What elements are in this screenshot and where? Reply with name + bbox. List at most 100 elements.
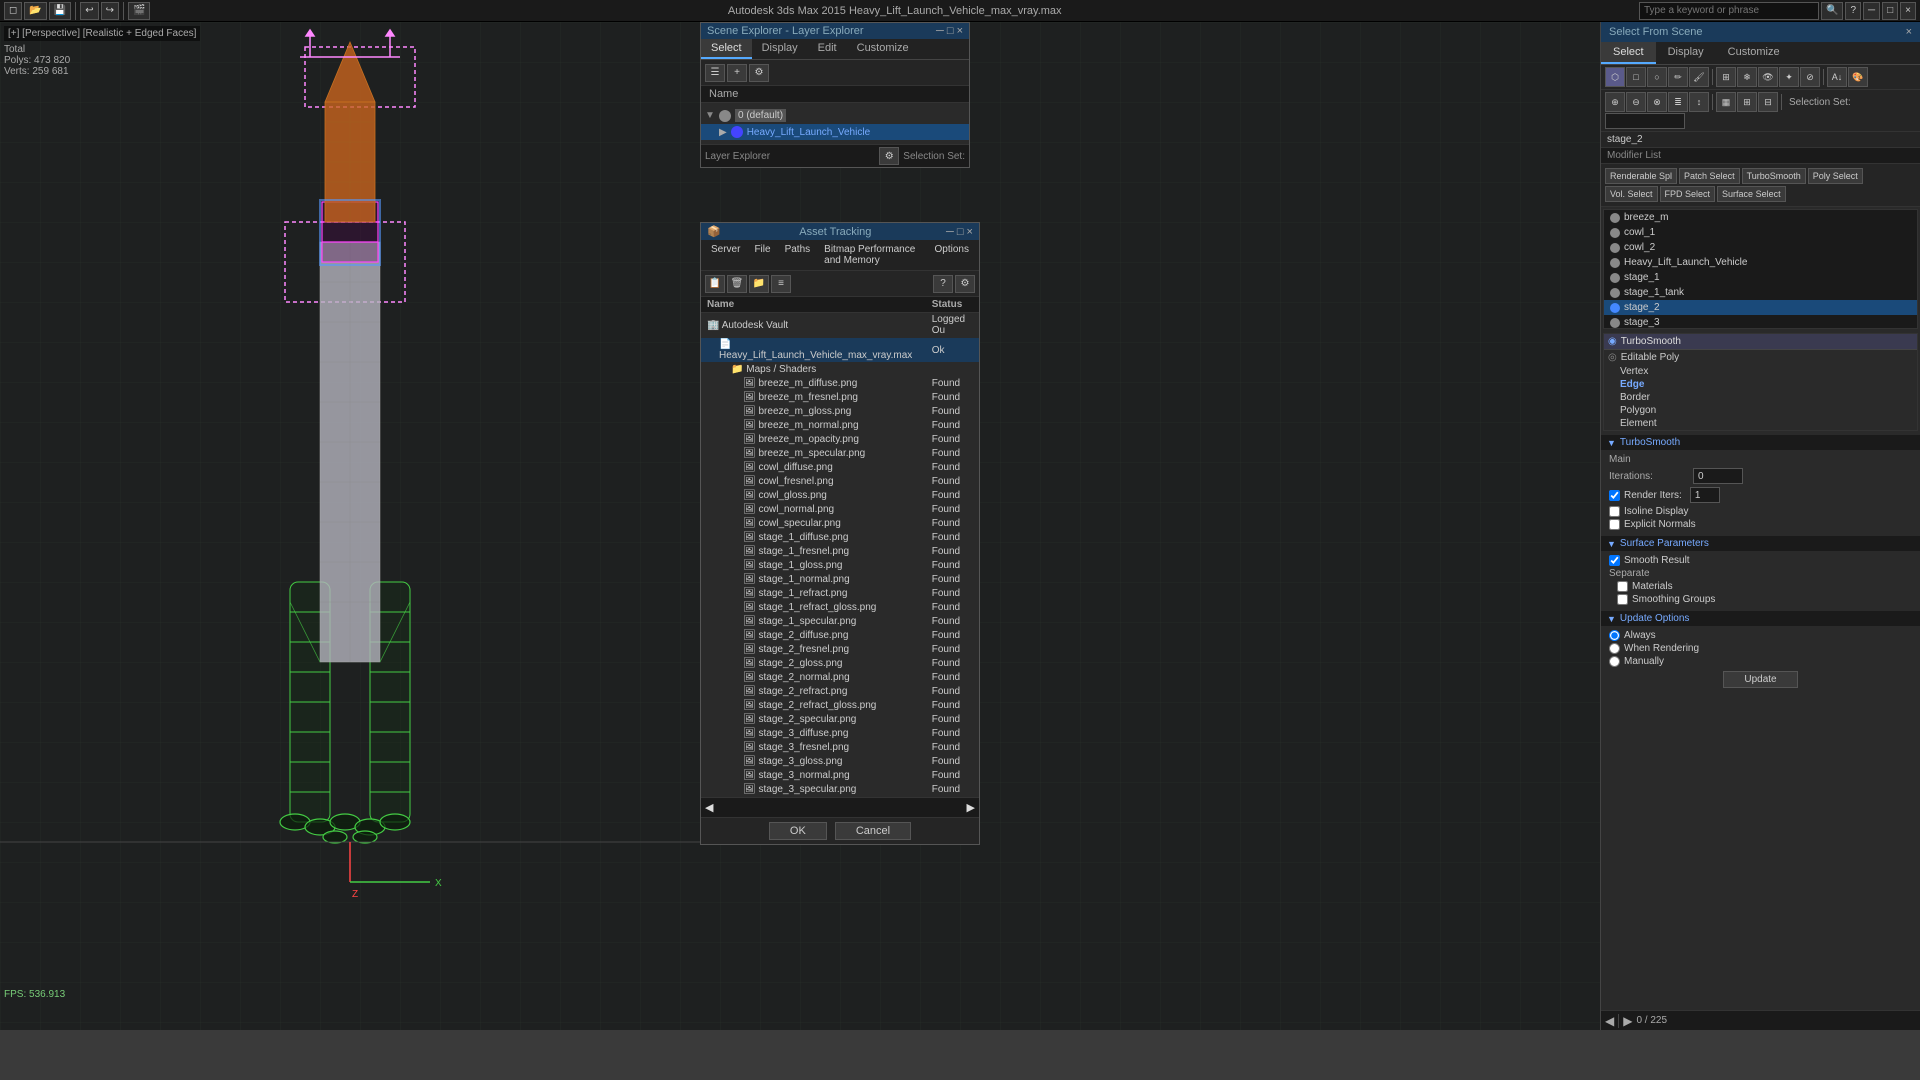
select-rect-btn[interactable]: □ xyxy=(1626,67,1646,87)
asset-scroll-left[interactable]: ◀ xyxy=(705,801,713,814)
asset-row-2[interactable]: 📁 Maps / Shaders xyxy=(701,363,979,377)
when-rendering-radio[interactable] xyxy=(1609,643,1620,654)
turbosmooth-btn[interactable]: TurboSmooth xyxy=(1742,168,1806,184)
render-iters-checkbox[interactable] xyxy=(1609,490,1620,501)
update-options-header[interactable]: ▼ Update Options xyxy=(1601,611,1920,626)
select-paint-btn[interactable]: 🖌 xyxy=(1689,67,1709,87)
sfs-tab-select[interactable]: Select xyxy=(1601,42,1656,64)
asset-row-23[interactable]: 🖼 stage_2_gloss.png Found xyxy=(701,657,979,671)
rt-btn-3[interactable]: ⊗ xyxy=(1647,92,1667,112)
vol-select-btn[interactable]: Vol. Select xyxy=(1605,186,1658,202)
asset-scroll-right[interactable]: ▶ xyxy=(967,801,975,814)
iterations-input[interactable] xyxy=(1693,468,1743,484)
tree-item-default[interactable]: ▼ 0 (default) xyxy=(701,107,969,124)
nav-left[interactable]: ◀ xyxy=(1605,1014,1614,1028)
asset-row-24[interactable]: 🖼 stage_2_normal.png Found xyxy=(701,671,979,685)
undo-btn[interactable]: ↩ xyxy=(80,2,98,20)
asset-row-21[interactable]: 🖼 stage_2_diffuse.png Found xyxy=(701,629,979,643)
materials-checkbox[interactable] xyxy=(1617,581,1628,592)
object-item-7[interactable]: stage_3 xyxy=(1604,315,1917,329)
viewport[interactable]: X Z [+] [Perspective] [Realistic + Edged… xyxy=(0,22,1600,1030)
close-window-btn[interactable]: × xyxy=(1900,2,1916,20)
asset-ok-btn[interactable]: OK xyxy=(769,822,827,840)
asset-row-6[interactable]: 🖼 breeze_m_normal.png Found xyxy=(701,419,979,433)
asset-row-20[interactable]: 🖼 stage_1_specular.png Found xyxy=(701,615,979,629)
select-by-color-btn[interactable]: 🎨 xyxy=(1848,67,1868,87)
open-btn[interactable]: 📂 xyxy=(24,2,46,20)
asset-row-28[interactable]: 🖼 stage_3_diffuse.png Found xyxy=(701,727,979,741)
surface-params-header[interactable]: ▼ Surface Parameters xyxy=(1601,536,1920,551)
explicit-normals-checkbox[interactable] xyxy=(1609,519,1620,530)
rt-btn-4[interactable]: ≣ xyxy=(1668,92,1688,112)
asset-row-30[interactable]: 🖼 stage_3_gloss.png Found xyxy=(701,755,979,769)
rt-btn-6[interactable]: ▦ xyxy=(1716,92,1736,112)
asset-tb-3[interactable]: 📁 xyxy=(749,275,769,293)
search-input[interactable] xyxy=(1639,2,1819,20)
fpd-select-btn[interactable]: FPD Select xyxy=(1660,186,1716,202)
sub-polygon[interactable]: Polygon xyxy=(1604,404,1917,417)
help-btn[interactable]: ? xyxy=(1845,2,1861,20)
new-btn[interactable]: ◻ xyxy=(4,2,22,20)
asset-help-btn[interactable]: ? xyxy=(933,275,953,293)
asset-row-7[interactable]: 🖼 breeze_m_opacity.png Found xyxy=(701,433,979,447)
menu-file[interactable]: File xyxy=(748,242,776,268)
sub-vertex[interactable]: Vertex xyxy=(1604,365,1917,378)
filter-btn[interactable]: ⊞ xyxy=(1716,67,1736,87)
asset-row-32[interactable]: 🖼 stage_3_specular.png Found xyxy=(701,783,979,797)
tree-item-vehicle[interactable]: ▶ Heavy_Lift_Launch_Vehicle xyxy=(701,124,969,140)
nav-right[interactable]: ▶ xyxy=(1623,1014,1632,1028)
tab-edit[interactable]: Edit xyxy=(808,39,847,59)
asset-row-3[interactable]: 🖼 breeze_m_diffuse.png Found xyxy=(701,377,979,391)
asset-row-25[interactable]: 🖼 stage_2_refract.png Found xyxy=(701,685,979,699)
maximize-btn[interactable]: □ xyxy=(1882,2,1898,20)
freeze-btn[interactable]: ❄ xyxy=(1737,67,1757,87)
menu-options[interactable]: Options xyxy=(929,242,975,268)
asset-row-15[interactable]: 🖼 stage_1_fresnel.png Found xyxy=(701,545,979,559)
se-filter-btn[interactable]: ☰ xyxy=(705,64,725,82)
object-item-2[interactable]: cowl_2 xyxy=(1604,240,1917,255)
selection-set-input[interactable] xyxy=(1605,113,1685,129)
sfs-tab-customize[interactable]: Customize xyxy=(1716,42,1792,64)
menu-server[interactable]: Server xyxy=(705,242,746,268)
select-all-btn[interactable]: ✦ xyxy=(1779,67,1799,87)
asset-row-12[interactable]: 🖼 cowl_normal.png Found xyxy=(701,503,979,517)
asset-row-29[interactable]: 🖼 stage_3_fresnel.png Found xyxy=(701,741,979,755)
patch-select-btn[interactable]: Patch Select xyxy=(1679,168,1740,184)
sfs-tab-display[interactable]: Display xyxy=(1656,42,1716,64)
rt-btn-2[interactable]: ⊖ xyxy=(1626,92,1646,112)
asset-tracking-title[interactable]: 📦 Asset Tracking ─ □ × xyxy=(701,223,979,240)
asset-row-9[interactable]: 🖼 cowl_diffuse.png Found xyxy=(701,461,979,475)
asset-tb-2[interactable]: 🗑 xyxy=(727,275,747,293)
object-item-0[interactable]: breeze_m xyxy=(1604,210,1917,225)
smooth-result-checkbox[interactable] xyxy=(1609,555,1620,566)
editable-poly-stack-item[interactable]: ◎ Editable Poly xyxy=(1604,350,1917,365)
asset-row-0[interactable]: 🏢 Autodesk Vault Logged Ou xyxy=(701,313,979,338)
always-radio[interactable] xyxy=(1609,630,1620,641)
save-btn[interactable]: 💾 xyxy=(49,2,71,20)
render-iters-input[interactable] xyxy=(1690,487,1720,503)
menu-bitmap[interactable]: Bitmap Performance and Memory xyxy=(818,242,926,268)
asset-row-27[interactable]: 🖼 stage_2_specular.png Found xyxy=(701,713,979,727)
asset-row-5[interactable]: 🖼 breeze_m_gloss.png Found xyxy=(701,405,979,419)
asset-row-14[interactable]: 🖼 stage_1_diffuse.png Found xyxy=(701,531,979,545)
smoothing-groups-checkbox[interactable] xyxy=(1617,594,1628,605)
asset-row-17[interactable]: 🖼 stage_1_normal.png Found xyxy=(701,573,979,587)
asset-tb-4[interactable]: ≡ xyxy=(771,275,791,293)
renderable-spl-btn[interactable]: Renderable Spl xyxy=(1605,168,1677,184)
asset-row-1[interactable]: 📄 Heavy_Lift_Launch_Vehicle_max_vray.max… xyxy=(701,338,979,363)
object-item-6[interactable]: stage_2 xyxy=(1604,300,1917,315)
sub-border[interactable]: Border xyxy=(1604,391,1917,404)
sub-edge[interactable]: Edge xyxy=(1604,378,1917,391)
turbosmooth-stack-item[interactable]: ◉ TurboSmooth xyxy=(1604,334,1917,350)
select-from-scene-close[interactable]: × xyxy=(1906,26,1912,38)
layer-options-btn[interactable]: ⚙ xyxy=(879,147,899,165)
object-item-3[interactable]: Heavy_Lift_Launch_Vehicle xyxy=(1604,255,1917,270)
asset-row-18[interactable]: 🖼 stage_1_refract.png Found xyxy=(701,587,979,601)
unhide-btn[interactable]: 👁 xyxy=(1758,67,1778,87)
select-lasso-btn[interactable]: ✏ xyxy=(1668,67,1688,87)
tab-customize[interactable]: Customize xyxy=(847,39,919,59)
render-btn[interactable]: 🎬 xyxy=(128,2,150,20)
poly-select-btn[interactable]: Poly Select xyxy=(1808,168,1863,184)
surface-select-btn[interactable]: Surface Select xyxy=(1717,186,1786,202)
asset-row-19[interactable]: 🖼 stage_1_refract_gloss.png Found xyxy=(701,601,979,615)
